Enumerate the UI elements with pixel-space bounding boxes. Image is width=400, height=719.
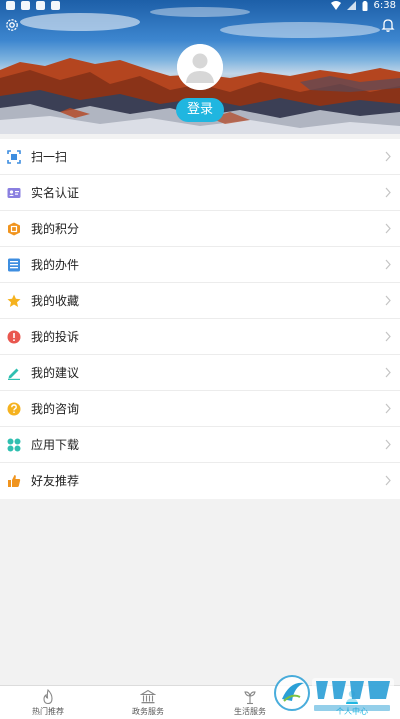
flame-icon	[43, 689, 53, 705]
tab-label: 政务服务	[132, 707, 164, 716]
notification-icons	[6, 1, 60, 10]
menu-item-my-complaints[interactable]: 我的投诉	[0, 319, 400, 355]
menu-item-label: 应用下载	[31, 438, 80, 452]
menu-item-label: 我的建议	[31, 366, 80, 380]
chevron-right-icon	[385, 295, 391, 306]
menu-item-scan[interactable]: 扫一扫	[0, 139, 400, 175]
chevron-right-icon	[385, 259, 391, 270]
menu-item-label: 我的咨询	[31, 402, 80, 416]
menu-item-label: 好友推荐	[31, 474, 80, 488]
chevron-right-icon	[385, 439, 391, 450]
menu-item-label: 我的办件	[31, 258, 80, 272]
scan-icon	[7, 150, 21, 164]
notification-bell-icon[interactable]	[380, 17, 396, 33]
menu-item-my-suggestions[interactable]: 我的建议	[0, 355, 400, 391]
menu-item-label: 我的积分	[31, 222, 80, 236]
status-bar: 6:38	[0, 0, 400, 14]
menu-item-my-favorites[interactable]: 我的收藏	[0, 283, 400, 319]
chevron-right-icon	[385, 187, 391, 198]
menu-item-label: 我的投诉	[31, 330, 80, 344]
government-icon	[140, 689, 156, 704]
chevron-right-icon	[385, 367, 391, 378]
star-icon	[7, 294, 21, 307]
plant-icon	[244, 691, 256, 705]
notification-icon	[36, 1, 45, 10]
avatar[interactable]	[177, 44, 223, 90]
tab-label: 热门推荐	[32, 707, 64, 716]
signal-icon	[346, 1, 356, 10]
notification-icon	[6, 1, 15, 10]
tab-hot-recommend[interactable]: 热门推荐	[8, 686, 88, 719]
question-icon	[7, 402, 21, 416]
points-icon	[8, 222, 20, 236]
profile-header: 6:38 登录	[0, 0, 400, 134]
chevron-right-icon	[385, 223, 391, 234]
status-time: 6:38	[373, 0, 396, 11]
document-icon	[8, 258, 20, 272]
alert-icon	[7, 330, 21, 344]
menu-item-recommend-friends[interactable]: 好友推荐	[0, 463, 400, 499]
apps-icon	[7, 438, 21, 452]
menu-item-my-cases[interactable]: 我的办件	[0, 247, 400, 283]
login-button[interactable]: 登录	[176, 98, 224, 122]
battery-icon	[362, 0, 368, 11]
id-card-icon	[7, 188, 21, 198]
wifi-icon	[330, 1, 341, 10]
menu-item-label: 扫一扫	[31, 150, 68, 164]
menu-item-real-name-auth[interactable]: 实名认证	[0, 175, 400, 211]
profile-menu: 扫一扫 实名认证 我的积分 我的办件 我的收藏 我的投诉 我的建议 我的咨询 应…	[0, 139, 400, 499]
tab-government-services[interactable]: 政务服务	[108, 686, 188, 719]
notification-icon	[21, 1, 30, 10]
chevron-right-icon	[385, 331, 391, 342]
menu-item-app-download[interactable]: 应用下载	[0, 427, 400, 463]
chevron-right-icon	[385, 403, 391, 414]
chevron-right-icon	[385, 151, 391, 162]
menu-item-label: 我的收藏	[31, 294, 80, 308]
menu-item-my-points[interactable]: 我的积分	[0, 211, 400, 247]
default-avatar-icon	[177, 44, 223, 90]
chevron-right-icon	[385, 475, 391, 486]
menu-item-label: 实名认证	[31, 186, 80, 200]
pencil-icon	[8, 368, 20, 380]
system-icons: 6:38	[330, 0, 396, 11]
settings-icon[interactable]	[4, 17, 20, 33]
watermark-logo	[274, 675, 394, 711]
notification-icon	[51, 1, 60, 10]
menu-item-my-inquiries[interactable]: 我的咨询	[0, 391, 400, 427]
thumbs-up-icon	[8, 475, 21, 487]
